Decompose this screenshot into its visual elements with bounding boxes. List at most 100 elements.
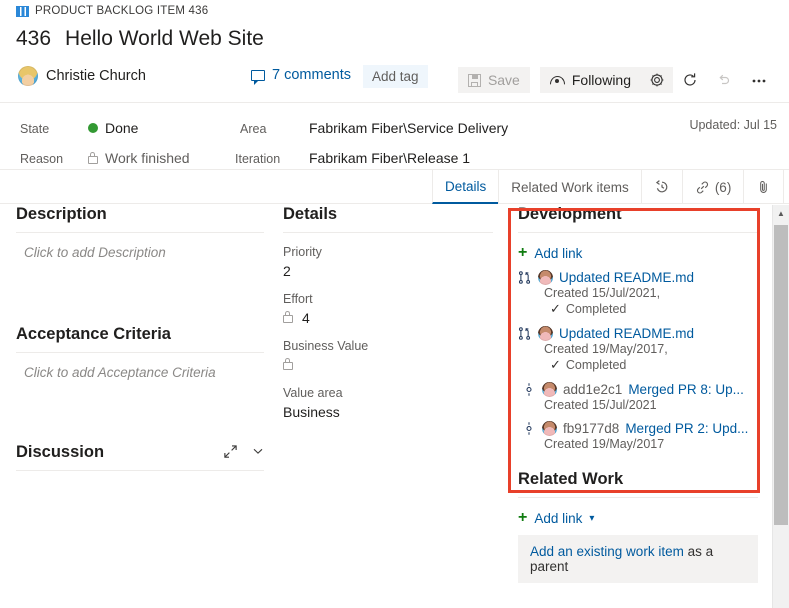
chevron-down-icon[interactable] (252, 445, 264, 460)
priority-label: Priority (283, 245, 493, 259)
divider (283, 232, 493, 233)
undo-button[interactable] (707, 67, 741, 93)
check-icon: ✓ (550, 301, 561, 317)
tab-links[interactable]: (6) (682, 170, 744, 204)
development-item-status-label: Completed (566, 358, 626, 372)
acceptance-criteria-input[interactable]: Click to add Acceptance Criteria (16, 365, 264, 437)
iteration-value-label: Fabrikam Fiber\Release 1 (309, 150, 470, 166)
assigned-to[interactable]: Christie Church (18, 66, 146, 86)
discussion-header: Discussion (16, 443, 264, 470)
business-value-label: Business Value (283, 339, 493, 353)
scrollbar-thumb[interactable] (774, 225, 788, 525)
reason-value: Work finished (88, 150, 190, 166)
lock-icon (283, 362, 293, 370)
state-dot-icon (88, 123, 98, 133)
save-label: Save (488, 72, 520, 88)
work-item-page: PRODUCT BACKLOG ITEM 436 436 Hello World… (0, 0, 789, 608)
development-item-link[interactable]: Merged PR 8: Up... (628, 382, 744, 397)
area-value[interactable]: Fabrikam Fiber\Service Delivery (309, 120, 508, 136)
list-item[interactable]: add1e2c1 Merged PR 8: Up... Created 15/J… (518, 382, 758, 412)
comment-icon (251, 70, 265, 81)
list-item[interactable]: Updated README.md Created 19/May/2017, ✓… (518, 326, 758, 373)
related-work-add-link-label: Add link (534, 511, 582, 526)
header-meta-row: Christie Church 7 comments Add tag Save … (0, 63, 789, 97)
work-item-fields: State Done Reason Work finished Area Fab… (0, 104, 789, 170)
link-icon (695, 180, 710, 195)
breadcrumb-label: PRODUCT BACKLOG ITEM 436 (35, 5, 208, 17)
divider (16, 470, 264, 471)
divider (16, 232, 264, 233)
undo-icon (716, 72, 732, 88)
tab-history[interactable] (641, 170, 682, 204)
avatar (538, 270, 553, 285)
description-column: Description Click to add Description Acc… (16, 205, 264, 483)
acceptance-criteria-title: Acceptance Criteria (16, 325, 264, 352)
discussion-actions (223, 444, 264, 462)
follow-button[interactable]: Following (540, 67, 641, 93)
divider (518, 232, 758, 233)
comments-link[interactable]: 7 comments (251, 67, 351, 83)
work-item-id: 436 (16, 27, 51, 51)
page-title: 436 Hello World Web Site (16, 27, 264, 51)
effort-value-label: 4 (302, 310, 310, 326)
lock-icon (283, 315, 293, 323)
breadcrumb[interactable]: PRODUCT BACKLOG ITEM 436 (16, 5, 208, 17)
effort-value: 4 (283, 309, 493, 326)
commit-icon (522, 421, 536, 436)
development-item-created: Created 19/May/2017, (518, 342, 758, 356)
development-add-link-label: Add link (534, 246, 582, 261)
tab-bar: Details Related Work items (0, 170, 789, 204)
development-item-link[interactable]: Merged PR 2: Upd... (625, 421, 748, 436)
state-value[interactable]: Done (88, 120, 138, 136)
tab-details[interactable]: Details (432, 170, 498, 204)
product-backlog-item-icon (16, 6, 29, 17)
related-work-title: Related Work (518, 470, 758, 497)
development-item-status-label: Completed (566, 302, 626, 316)
assigned-to-name: Christie Church (46, 68, 146, 84)
list-item[interactable]: fb9177d8 Merged PR 2: Upd... Created 19/… (518, 421, 758, 451)
priority-value[interactable]: 2 (283, 262, 493, 279)
work-item-title[interactable]: Hello World Web Site (65, 27, 264, 51)
work-item-body: Description Click to add Description Acc… (0, 205, 771, 608)
value-area-label: Value area (283, 386, 493, 400)
avatar (538, 326, 553, 341)
save-button[interactable]: Save (458, 67, 530, 93)
state-label: State (20, 122, 49, 136)
business-value-value (283, 356, 493, 373)
tab-links-count: (6) (715, 180, 732, 195)
iteration-value[interactable]: Fabrikam Fiber\Release 1 (309, 150, 470, 166)
state-value-label: Done (105, 120, 138, 136)
related-work-suggestion: Add an existing work item as a parent (518, 535, 758, 583)
development-column: Development + Add link (518, 205, 758, 583)
attachment-icon (756, 179, 771, 195)
development-item-link[interactable]: Updated README.md (559, 270, 694, 285)
pull-request-icon (518, 270, 532, 285)
area-label: Area (240, 122, 266, 136)
more-actions-button[interactable] (741, 67, 777, 93)
settings-button[interactable] (641, 67, 673, 93)
tab-related-work-items[interactable]: Related Work items (498, 170, 641, 204)
related-work-add-link-button[interactable]: + Add link ▾ (518, 510, 758, 526)
more-ellipsis-icon (750, 72, 768, 88)
description-input[interactable]: Click to add Description (16, 245, 264, 317)
development-title: Development (518, 205, 758, 232)
refresh-button[interactable] (673, 67, 707, 93)
scroll-up-arrow-icon[interactable]: ▲ (773, 205, 789, 222)
vertical-scrollbar[interactable]: ▲ (772, 205, 789, 608)
lock-icon (88, 156, 98, 164)
development-item-hash: fb9177d8 (563, 421, 619, 436)
plus-icon: + (518, 245, 527, 261)
area-value-label: Fabrikam Fiber\Service Delivery (309, 120, 508, 136)
expand-icon[interactable] (223, 444, 238, 462)
updated-timestamp: Updated: Jul 15 (689, 118, 777, 132)
list-item[interactable]: Updated README.md Created 15/Jul/2021, ✓… (518, 270, 758, 317)
add-existing-work-item-link[interactable]: Add an existing work item (530, 544, 684, 559)
value-area-value[interactable]: Business (283, 403, 493, 420)
details-title: Details (283, 205, 493, 232)
tab-attachments[interactable] (743, 170, 784, 204)
reason-value-label: Work finished (105, 150, 190, 166)
add-tag-button[interactable]: Add tag (363, 65, 428, 88)
development-add-link-button[interactable]: + Add link (518, 245, 758, 261)
tab-related-work-items-label: Related Work items (511, 180, 629, 195)
development-item-link[interactable]: Updated README.md (559, 326, 694, 341)
